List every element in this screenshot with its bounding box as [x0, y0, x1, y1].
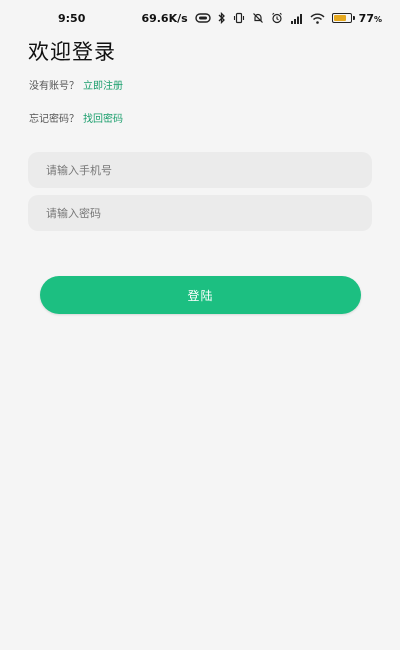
network-speed: 69.6K/s	[141, 11, 188, 25]
signal-icon	[290, 13, 303, 24]
bluetooth-icon	[218, 12, 226, 24]
register-row: 没有账号？ 立即注册	[29, 77, 123, 92]
password-input[interactable]	[28, 195, 372, 231]
login-screen: 9:50 69.6K/s 77% 欢迎登录 没有账号？ 立即注册 忘记密码？ 找…	[0, 0, 400, 650]
register-link[interactable]: 立即注册	[83, 81, 123, 92]
status-icons: 69.6K/s 77%	[141, 12, 382, 25]
forgot-password-row: 忘记密码？ 找回密码	[29, 110, 123, 125]
forgot-password-prompt: 忘记密码？	[29, 114, 79, 125]
nfc-icon	[194, 13, 211, 23]
status-bar: 9:50 69.6K/s 77%	[0, 0, 400, 36]
page-title: 欢迎登录	[28, 40, 116, 64]
forgot-password-link[interactable]: 找回密码	[83, 114, 123, 125]
alarm-clock-icon	[271, 12, 283, 24]
login-button[interactable]: 登陆	[40, 276, 361, 314]
battery-percent: 77%	[358, 11, 382, 25]
battery-fill	[333, 15, 346, 21]
alarm-off-icon	[252, 12, 264, 24]
battery-icon	[331, 13, 355, 23]
vibrate-icon	[233, 12, 245, 24]
register-prompt: 没有账号？	[29, 81, 79, 92]
status-time: 9:50	[58, 11, 86, 25]
phone-input[interactable]	[28, 152, 372, 188]
wifi-icon	[310, 13, 325, 24]
